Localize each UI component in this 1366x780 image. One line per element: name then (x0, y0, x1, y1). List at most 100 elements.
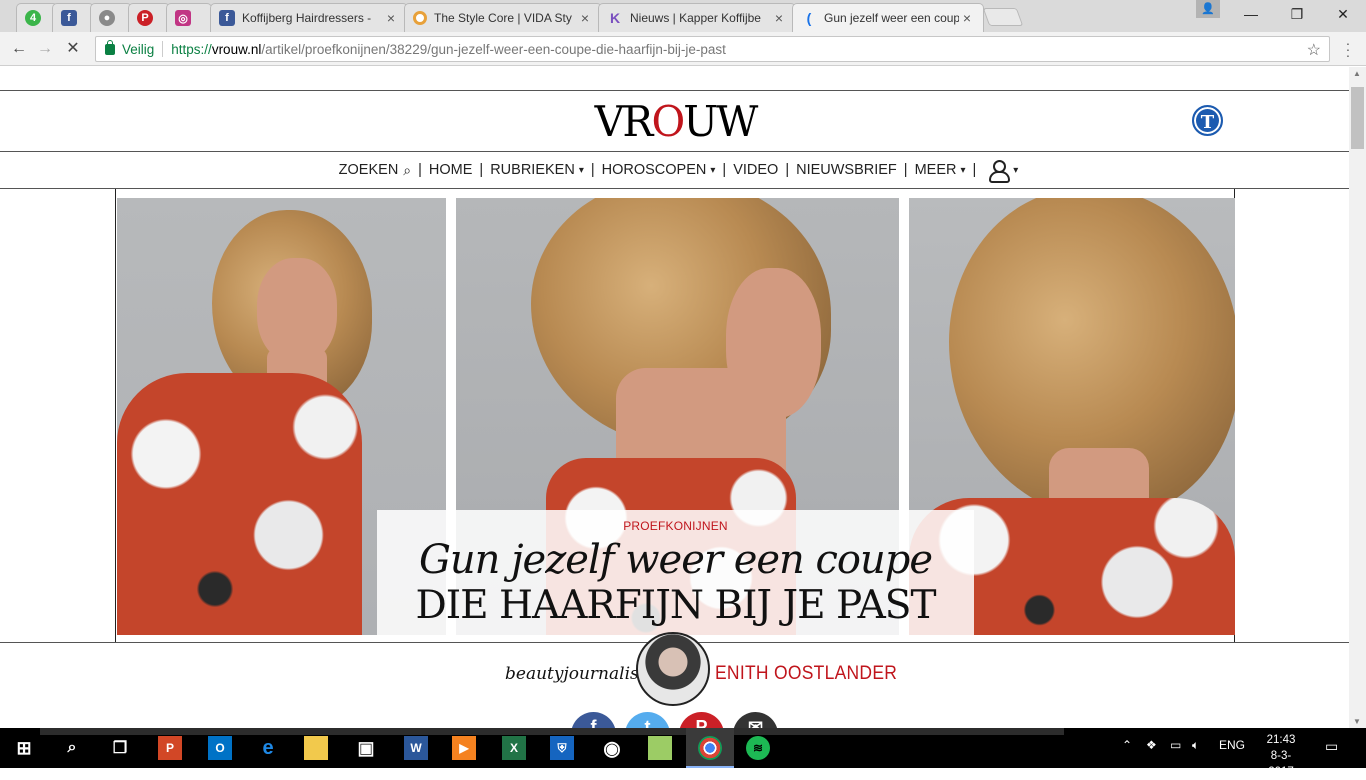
pinterest-icon: P (137, 10, 153, 26)
tab-koffijberg-facebook[interactable]: f Koffijberg Hairdressers - × (210, 3, 408, 32)
nav-home[interactable]: HOME (425, 162, 477, 178)
edge-icon[interactable]: e (256, 736, 280, 760)
close-icon[interactable]: × (959, 10, 975, 26)
instagram-icon: ◎ (175, 10, 191, 26)
nav-separator: | (722, 162, 727, 178)
chevron-down-icon: ▾ (710, 164, 716, 176)
tab-strip: 4 f ● P ◎ f Koffijberg Hairdressers - × … (0, 0, 1366, 32)
user-icon (987, 159, 1011, 183)
close-icon[interactable]: × (771, 10, 787, 26)
tab-facebook[interactable]: f (52, 3, 94, 32)
nav-rubrieken[interactable]: RUBRIEKEN ▾ (486, 162, 588, 178)
article-hero: PROEFKONIJNEN Gun jezelf weer een coupe … (115, 189, 1235, 643)
close-window-button[interactable]: ✕ (1320, 0, 1366, 30)
nav-video[interactable]: VIDEO (729, 162, 782, 178)
nav-meer[interactable]: MEER ▾ (911, 162, 970, 178)
media-player-icon[interactable]: ▶ (452, 736, 476, 760)
spotify-icon[interactable]: ≋ (746, 736, 770, 760)
tab-label: Gun jezelf weer een coup (824, 11, 959, 25)
volume-icon[interactable]: 🔈︎ (1192, 738, 1199, 753)
windows-taskbar: ⊞ ⌕ ❐ P O e ▣ W ▶ X ⛨ ◉ ≋ ⌃ ❖ ▭ 🔈︎ ENG 2… (0, 728, 1366, 778)
powerpoint-icon[interactable]: P (158, 736, 182, 760)
browser-menu-icon[interactable]: · · · (1340, 36, 1356, 62)
pinterest-share-button[interactable]: P (679, 712, 724, 728)
chevron-down-icon: ▾ (1013, 164, 1019, 176)
nav-video-label: VIDEO (733, 162, 779, 178)
nav-separator: | (785, 162, 790, 178)
clock-time: 21:43 (1266, 734, 1296, 746)
lock-icon (105, 39, 115, 55)
dropbox-icon[interactable]: ❖ (1146, 738, 1157, 752)
profile-icon[interactable]: 👤 (1196, 0, 1220, 18)
facebook-icon: f (219, 10, 235, 26)
sticky-notes-icon[interactable] (648, 736, 672, 760)
browser-toolbar: ← → ✕ Veilig https://vrouw.nl/artikel/pr… (0, 32, 1366, 66)
email-share-button[interactable]: ✉ (733, 712, 778, 728)
close-icon[interactable]: × (383, 10, 399, 26)
outlook-icon[interactable]: O (208, 736, 232, 760)
nav-search-label: ZOEKEN (338, 162, 399, 178)
word-icon[interactable]: W (404, 736, 428, 760)
nav-horoscopen[interactable]: HOROSCOPEN ▾ (598, 162, 720, 178)
telegraaf-badge-icon[interactable]: T (1192, 105, 1223, 136)
tab-style-core[interactable]: The Style Core | VIDA Sty × (404, 3, 602, 32)
stop-loading-icon[interactable]: ✕ (62, 38, 84, 60)
minimize-button[interactable]: — (1228, 0, 1274, 30)
battery-icon[interactable]: ▭ (1170, 738, 1181, 752)
tab-koffijberg-news[interactable]: K Nieuws | Kapper Koffijbe × (598, 3, 796, 32)
tray-chevron-icon[interactable]: ⌃ (1122, 738, 1132, 752)
address-separator (162, 41, 164, 57)
nav-separator: | (903, 162, 908, 178)
nav-search[interactable]: ZOEKEN ⌕ (335, 162, 415, 179)
back-icon[interactable]: ← (8, 38, 30, 60)
tab-apple[interactable]: ● (90, 3, 132, 32)
tab-instagram[interactable]: ◎ (166, 3, 212, 32)
system-clock[interactable]: 21:43 8-3-2017 (1259, 732, 1303, 780)
nav-horoscopen-label: HOROSCOPEN (601, 162, 707, 178)
defender-icon[interactable]: ⛨ (550, 736, 574, 760)
nav-account[interactable]: ▾ (979, 159, 1022, 183)
forward-icon[interactable]: → (34, 38, 56, 60)
store-icon[interactable]: ▣ (354, 736, 378, 760)
nav-separator: | (972, 162, 977, 178)
apple-icon: ● (99, 10, 115, 26)
file-explorer-icon[interactable] (304, 736, 328, 760)
chrome-icon[interactable] (698, 736, 722, 760)
facebook-share-button[interactable]: f (571, 712, 616, 728)
task-view-icon[interactable]: ❐ (108, 736, 132, 760)
windows-start-icon[interactable]: ⊞ (12, 736, 36, 760)
close-icon[interactable]: × (577, 10, 593, 26)
excel-icon[interactable]: X (502, 736, 526, 760)
twitter-share-button[interactable]: t (625, 712, 670, 728)
bookmark-star-icon[interactable]: ☆ (1307, 40, 1321, 60)
horizontal-scrollbar[interactable] (40, 728, 1064, 735)
restore-button[interactable]: ❐ (1274, 0, 1320, 30)
vrouw-logo[interactable]: VROUW (595, 97, 759, 146)
nav-nieuwsbrief[interactable]: NIEUWSBRIEF (792, 162, 901, 178)
new-tab-button[interactable] (982, 8, 1024, 26)
tab-vrouw-article[interactable]: ( Gun jezelf weer een coup × (792, 3, 984, 32)
author-avatar[interactable] (636, 632, 710, 706)
language-indicator[interactable]: ENG (1219, 738, 1245, 752)
logo-text-o: O (651, 97, 685, 146)
tab-pinterest[interactable]: P (128, 3, 170, 32)
scroll-up-icon[interactable]: ▲ (1353, 69, 1361, 78)
nav-home-label: HOME (428, 162, 473, 178)
address-bar[interactable]: Veilig https://vrouw.nl/artikel/proefkon… (95, 36, 1330, 62)
search-icon[interactable]: ⌕ (60, 736, 84, 760)
nav-separator: | (479, 162, 484, 178)
notifications-icon[interactable]: ▭ (1325, 738, 1338, 755)
scrollbar-thumb[interactable] (1351, 87, 1364, 149)
loading-icon: ( (806, 10, 812, 26)
author-name[interactable]: ENITH OOSTLANDER (715, 663, 897, 685)
nav-separator: | (590, 162, 595, 178)
page-viewport: VROUW T ZOEKEN ⌕ | HOME | RUBRIEKEN ▾ | HO… (0, 67, 1349, 728)
page-scrollbar[interactable]: ▲ ▼ (1349, 67, 1366, 728)
groove-icon[interactable]: ◉ (600, 736, 624, 760)
clock-date: 8-3-2017 (1268, 750, 1294, 778)
headline-line-1: Gun jezelf weer een coupe (418, 537, 933, 583)
article-category[interactable]: PROEFKONIJNEN (377, 519, 974, 533)
logo-text-uw: UW (683, 97, 758, 146)
scroll-down-icon[interactable]: ▼ (1353, 717, 1361, 726)
tab-label: Koffijberg Hairdressers - (242, 11, 372, 25)
